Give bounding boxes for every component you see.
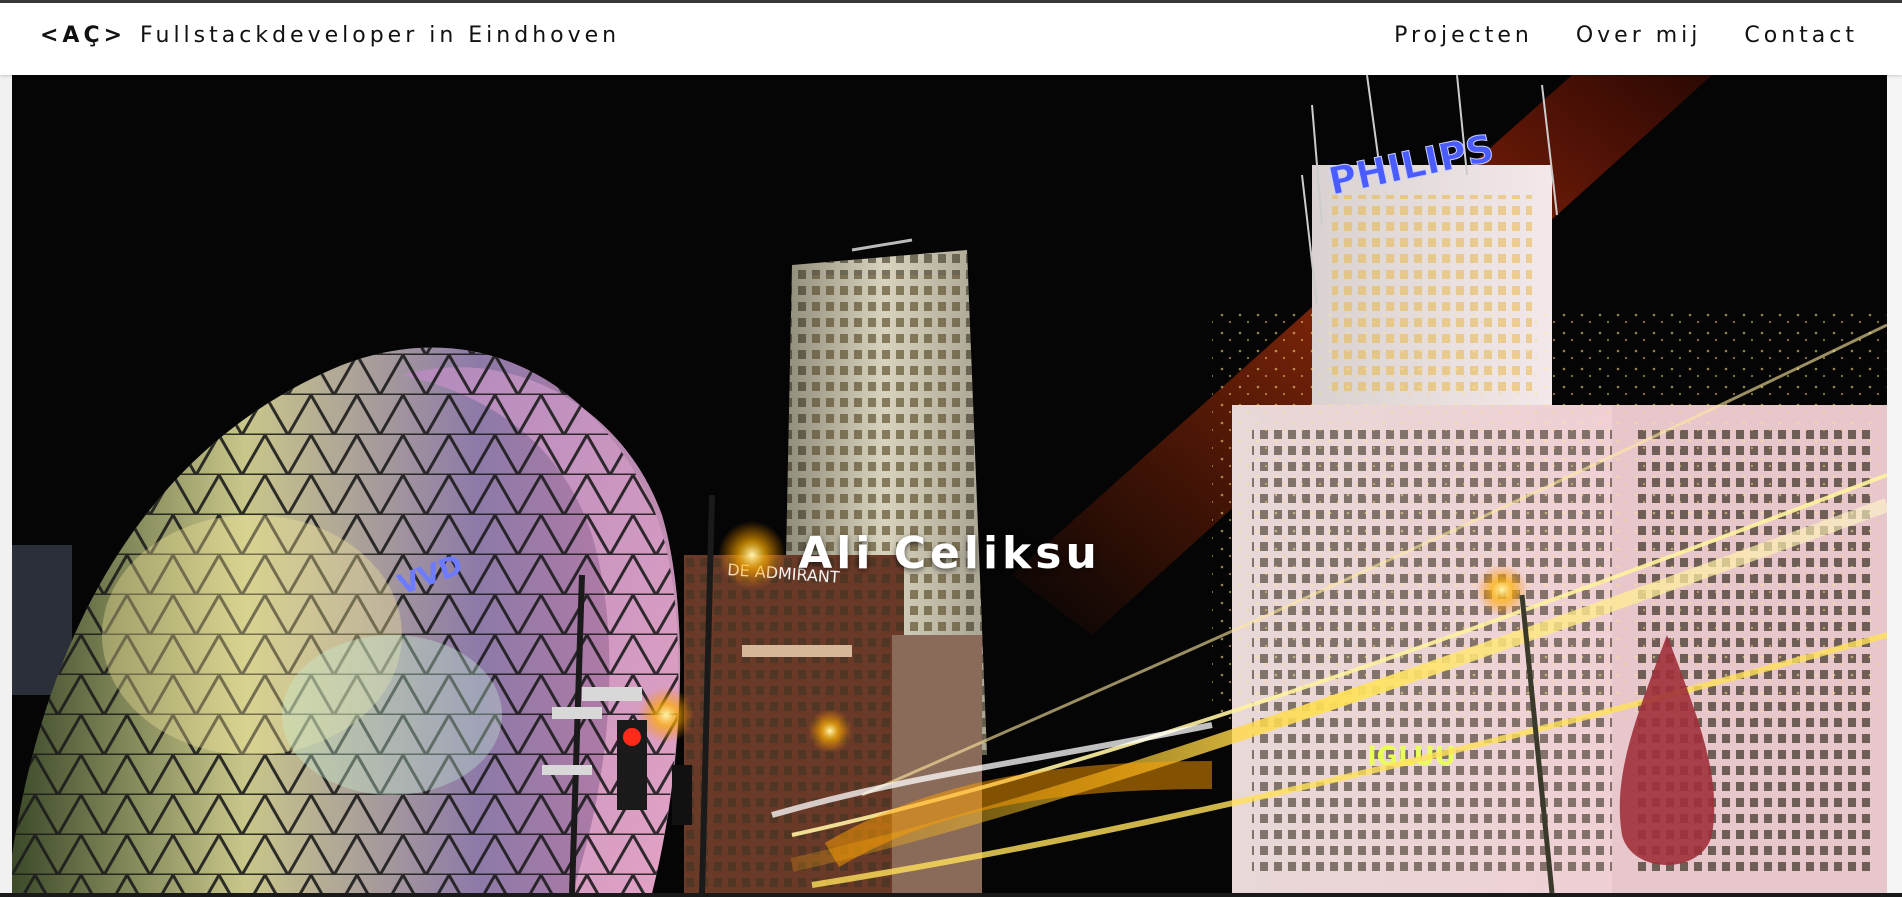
nav-menu: Projecten Over mij Contact [1394, 23, 1858, 48]
page-edge [1887, 75, 1902, 893]
brand-tagline[interactable]: Fullstackdeveloper in Eindhoven [140, 23, 620, 48]
hero-background-image: VVD DE ADMIRANT PHILIPS IGLUU [12, 75, 1887, 893]
brand-logo[interactable]: <AÇ> [40, 23, 126, 48]
bottom-border [0, 893, 1902, 897]
hero-name: Ali Celiksu [798, 528, 1101, 579]
navbar: <AÇ> Fullstackdeveloper in Eindhoven Proj… [0, 3, 1902, 75]
nav-link-over-mij[interactable]: Over mij [1576, 23, 1702, 48]
hero-section: VVD DE ADMIRANT PHILIPS IGLUU Ali Celiks… [12, 75, 1887, 893]
brand[interactable]: <AÇ> Fullstackdeveloper in Eindhoven [40, 23, 620, 48]
nav-link-contact[interactable]: Contact [1744, 23, 1858, 48]
nav-link-projecten[interactable]: Projecten [1394, 23, 1533, 48]
